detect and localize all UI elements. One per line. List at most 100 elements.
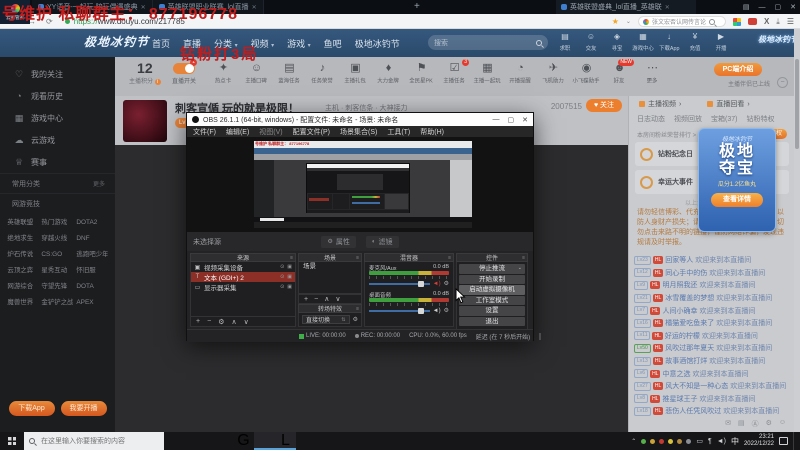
header-quick-link[interactable]: ¥ 充值 <box>682 32 708 52</box>
chat-username[interactable]: 好运的柠檬 <box>665 331 700 341</box>
source-row[interactable]: ▭ 显示器采集 ⊙ ▣ <box>191 282 295 292</box>
tray-app-icon[interactable] <box>641 438 647 444</box>
obs-preview-canvas[interactable]: 号维护 私聊群主： 877196778 <box>254 141 472 228</box>
fan-rank-link[interactable]: 本房间粉丝荣誉排行 > <box>637 130 696 139</box>
dashboard-item[interactable]: ♪ 任务荣誉 <box>306 61 339 85</box>
chat-toolbar-icon[interactable]: ☺ <box>779 419 786 429</box>
panel-tab[interactable]: 日志动态 <box>637 114 665 124</box>
new-tab-button[interactable]: + <box>414 1 420 12</box>
panel-tab[interactable]: 视频回放 <box>674 114 702 124</box>
browser-search-box[interactable]: 张文宏否认网传言论 <box>637 16 726 27</box>
chat-username[interactable]: 回家等人 <box>665 255 693 265</box>
extensions-icon[interactable] <box>732 17 741 26</box>
game-category-link[interactable]: 网游综合 <box>7 280 39 295</box>
chat-username[interactable]: 冰雪覆盖的梦想 <box>665 293 714 303</box>
tab-close-icon[interactable]: ✕ <box>252 4 257 11</box>
dashboard-item[interactable]: NEW ☻ 好友 <box>603 59 636 85</box>
game-category-link[interactable]: DOTA <box>76 280 108 295</box>
game-center-icon[interactable]: G <box>233 432 254 450</box>
volume-slider[interactable] <box>369 280 430 287</box>
video-tab[interactable]: 直播回看 › <box>707 99 750 109</box>
obs-control-button[interactable]: 停止推流 <box>459 264 525 274</box>
obs-control-button[interactable]: 启动虚拟摄像机 <box>459 285 525 295</box>
sidebar-item[interactable]: ◔ 观看历史 <box>0 85 115 107</box>
info-icon[interactable]: i <box>154 79 161 85</box>
lol-launcher-icon[interactable]: L <box>275 432 296 450</box>
slider-knob[interactable] <box>417 280 424 287</box>
chat-username[interactable]: 推星球王子 <box>662 394 697 404</box>
chat-toolbar-icon[interactable]: ✉ <box>725 419 731 429</box>
x-extension-icon[interactable]: X <box>764 17 769 26</box>
notification-center-icon[interactable] <box>779 437 788 445</box>
obs-control-button[interactable]: 工作室模式 <box>459 295 525 305</box>
dashboard-item[interactable]: ⚑ 全民星PK <box>405 61 438 85</box>
maximize-button[interactable]: ▢ <box>775 3 782 11</box>
bookmark-caret-icon[interactable]: ⌄ <box>626 18 631 25</box>
collapse-circle-button[interactable]: − <box>777 77 788 88</box>
dashboard-item[interactable]: ☺ 主播口碑 <box>240 61 273 85</box>
header-quick-link[interactable]: ▶ 开播 <box>708 32 734 52</box>
game-category-link[interactable]: 炉石传说 <box>7 248 39 263</box>
obs-maximize-button[interactable]: ▢ <box>508 116 515 124</box>
obs-minimize-button[interactable]: — <box>493 116 500 124</box>
properties-button[interactable]: ⚙ 属性 <box>321 235 356 248</box>
obs-preview[interactable]: 号维护 私聊群主： 877196778 <box>187 137 533 232</box>
transition-gear-icon[interactable]: ⚙ <box>353 316 358 323</box>
chat-username[interactable]: 中意之选 <box>662 369 690 379</box>
game-category-link[interactable]: 金铲铲之战 <box>42 296 74 311</box>
game-category-link[interactable]: 逃跑吧少年 <box>76 248 108 263</box>
promo-button[interactable]: 查看详情 <box>711 193 763 207</box>
tray-app-icon[interactable] <box>686 438 692 444</box>
toggle-on-icon[interactable]: 1 <box>173 59 197 74</box>
chrome-icon[interactable] <box>212 432 233 450</box>
eye-icon[interactable]: ⊙ <box>280 284 284 290</box>
page-scrollbar[interactable] <box>794 29 800 432</box>
nav-item[interactable]: 首页 ▾ <box>152 37 170 50</box>
volume-slider[interactable] <box>369 307 430 314</box>
channel-gear-icon[interactable]: ⚙ <box>444 307 449 314</box>
task-view-icon[interactable] <box>191 432 212 450</box>
speaker-icon[interactable]: ◄) <box>433 308 441 314</box>
chat-username[interactable]: 橘猫爱吃鱼来了 <box>665 318 714 328</box>
scene-row[interactable]: 场景 <box>299 262 361 272</box>
nav-item[interactable]: 鱼吧 ▾ <box>324 37 342 50</box>
tab-close-icon[interactable]: ✕ <box>665 4 670 11</box>
obs-menu-item[interactable]: 工具(T) <box>387 127 410 137</box>
chat-username[interactable]: 风大不知是一种心态 <box>665 381 728 391</box>
dashboard-item[interactable]: ▣ 主播礼包 <box>339 61 372 85</box>
dashboard-item[interactable]: ✦ 热点卡 <box>207 61 240 85</box>
game-category-link[interactable]: 魔兽世界 <box>7 296 39 311</box>
pc-intro-button[interactable]: PC端介绍 <box>714 63 762 76</box>
game-category-link[interactable]: DOTA2 <box>76 216 108 231</box>
more-link[interactable]: 更多 <box>93 179 105 188</box>
source-properties-icon[interactable]: ⚙ <box>218 318 224 326</box>
rail-action-button[interactable]: 我要开播 <box>60 401 107 416</box>
chat-username[interactable]: 人间小确幸 <box>662 306 697 316</box>
header-quick-link[interactable]: ↓ 下载App <box>656 32 682 52</box>
game-category-link[interactable]: 守望先锋 <box>42 280 74 295</box>
tray-expand-icon[interactable]: ⌃ <box>631 438 636 445</box>
game-category-link[interactable]: 怀旧服 <box>76 264 108 279</box>
download-icon[interactable]: ⤓ <box>776 17 780 27</box>
ime-indicator[interactable]: 中 <box>731 436 739 447</box>
filters-button[interactable]: ◐ 滤镜 <box>365 235 399 248</box>
tray-app-icon[interactable] <box>650 438 656 444</box>
menu-icon[interactable]: ☰ <box>787 17 794 26</box>
taskbar-clock[interactable]: 23:21 2022/12/22 <box>744 434 774 448</box>
display-icon[interactable]: ▭ <box>696 437 703 445</box>
chat-toolbar-icon[interactable]: Ⓐ <box>752 419 759 429</box>
obs-icon[interactable] <box>254 432 275 450</box>
game-category-link[interactable]: 热门游戏 <box>42 216 74 231</box>
site-search-box[interactable]: 搜索 <box>428 35 548 50</box>
panel-tab[interactable]: 宝箱(37) <box>711 114 737 124</box>
source-row[interactable]: T 文本 (GDI+) 2 ⊙ ▣ <box>191 272 295 282</box>
sidebar-item[interactable]: ☁ 云游戏 <box>0 129 115 151</box>
obs-menu-item[interactable]: 视图(V) <box>259 127 282 137</box>
nav-item[interactable]: 极地冰钓节 ▾ <box>355 37 400 50</box>
obs-control-button[interactable]: 设置 <box>459 306 525 316</box>
minimize-button[interactable]: — <box>759 4 766 11</box>
microphone-icon[interactable]: ¶ <box>708 438 712 445</box>
move-up-icon[interactable]: ∧ <box>231 318 236 326</box>
obs-menu-item[interactable]: 场景集合(S) <box>340 127 377 137</box>
search-icon[interactable] <box>708 18 715 25</box>
